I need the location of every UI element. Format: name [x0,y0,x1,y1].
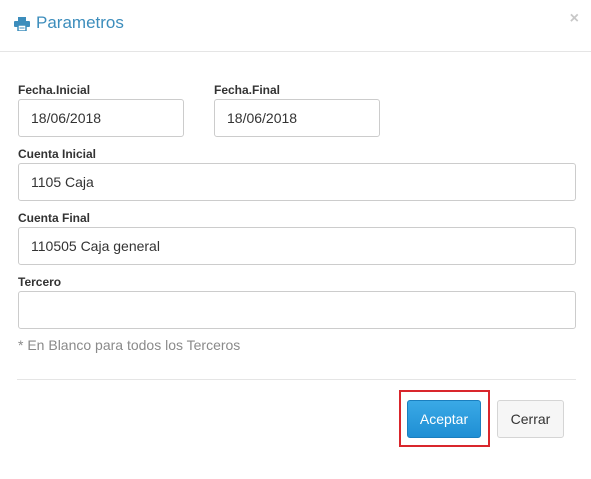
tercero-input[interactable] [18,291,576,329]
dialog-title: Parametros [14,13,124,33]
dialog-header: Parametros × [0,0,591,52]
dialog-title-text: Parametros [36,13,124,32]
cuenta-inicial-input[interactable] [18,163,576,201]
cuenta-final-label: Cuenta Final [18,211,91,225]
fecha-inicial-label: Fecha.Inicial [18,83,91,97]
close-icon[interactable]: × [570,11,579,27]
accept-button[interactable]: Aceptar [407,400,481,438]
fecha-inicial-input[interactable] [18,99,184,137]
fecha-final-label: Fecha.Final [214,83,281,97]
cuenta-final-input[interactable] [18,227,576,265]
cuenta-inicial-label: Cuenta Inicial [18,147,97,161]
footer-divider [17,379,576,380]
printer-icon [14,16,30,32]
fecha-final-input[interactable] [214,99,380,137]
close-button[interactable]: Cerrar [497,400,564,438]
tercero-label: Tercero [18,275,62,289]
tercero-hint: * En Blanco para todos los Terceros [18,337,241,353]
